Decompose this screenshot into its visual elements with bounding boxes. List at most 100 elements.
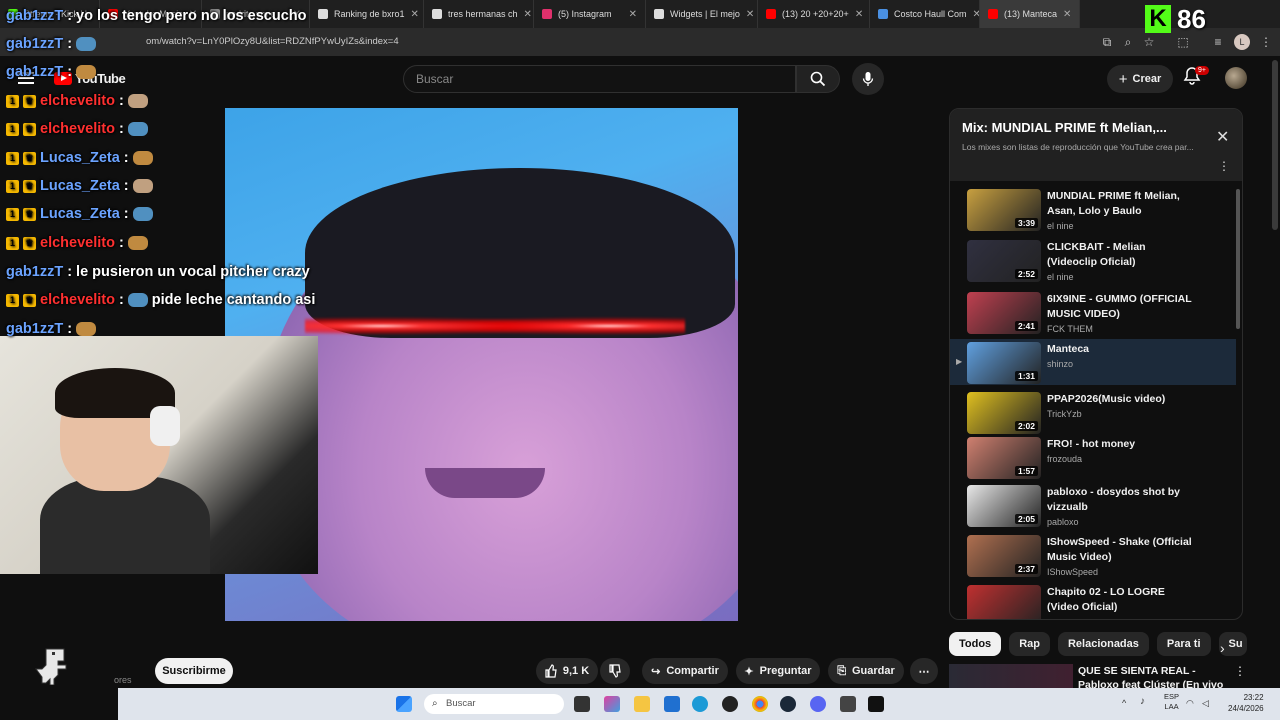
discord-icon[interactable] [810, 696, 826, 712]
more-actions-button[interactable]: ⋯ [910, 658, 938, 684]
ask-button[interactable]: ✦ Preguntar [736, 658, 820, 684]
playlist-item-thumbnail[interactable]: 2:52 [967, 240, 1041, 282]
filter-chip[interactable]: Para ti [1156, 632, 1211, 656]
more-vert-icon[interactable]: ⋮ [1218, 159, 1230, 173]
dislike-button[interactable] [600, 658, 630, 684]
playlist-item-channel[interactable]: IShowSpeed [1047, 567, 1098, 577]
playlist-item[interactable]: 2:41 6IX9INE - GUMMO (OFFICIAL MUSIC VIDE… [950, 289, 1236, 339]
chips-next-icon[interactable]: › [1220, 640, 1225, 656]
next-video-more-icon[interactable]: ⋮ [1234, 664, 1246, 678]
playlist-item-thumbnail[interactable] [967, 585, 1041, 619]
browser-tab[interactable]: (13) Manteca ✕ [980, 0, 1080, 28]
chat-username[interactable]: gab1zzT [6, 36, 63, 52]
chat-username[interactable]: elchevelito [40, 292, 115, 308]
tab-close-icon[interactable]: ✕ [524, 9, 532, 20]
browser-tab[interactable]: (5) Instagram ✕ [534, 0, 646, 28]
browser-menu-icon[interactable]: ⋮ [1258, 34, 1274, 50]
like-button[interactable]: 9,1 K [536, 658, 598, 684]
chat-username[interactable]: gab1zzT [6, 321, 63, 337]
playlist-item-thumbnail[interactable]: 2:05 [967, 485, 1041, 527]
install-icon[interactable]: ⧉ [1099, 34, 1115, 50]
playlist-item-title[interactable]: PPAP2026(Music video) [1047, 392, 1197, 407]
tray-chevron-icon[interactable]: ^ [1122, 698, 1126, 708]
filter-chip[interactable]: Relacionadas [1057, 632, 1149, 656]
app-icon[interactable] [840, 696, 856, 712]
playlist-item-thumbnail[interactable]: 2:41 [967, 292, 1041, 334]
playlist-item-channel[interactable]: TrickYzb [1047, 409, 1082, 419]
playlist-item-title[interactable]: Manteca [1047, 342, 1197, 357]
playlist-item[interactable]: ▶ 1:31 Manteca shinzo [950, 339, 1236, 385]
playlist-title[interactable]: Mix: MUNDIAL PRIME ft Melian,... [962, 120, 1192, 135]
filter-chip[interactable]: Rap [1009, 632, 1050, 656]
account-avatar[interactable] [1225, 67, 1247, 89]
playlist-item-thumbnail[interactable]: 1:31 [967, 342, 1041, 384]
taskbar-search[interactable]: Buscar [424, 694, 564, 714]
tab-close-icon[interactable]: ✕ [855, 9, 863, 20]
obs-icon[interactable] [722, 696, 738, 712]
edge-icon[interactable] [692, 696, 708, 712]
close-icon[interactable]: ✕ [1216, 127, 1229, 147]
subscribe-button[interactable]: Suscribirme [155, 658, 233, 684]
playlist-item[interactable]: Chapito 02 - LO LOGRE (Video Oficial) [950, 582, 1236, 619]
playlist-item-thumbnail[interactable]: 2:02 [967, 392, 1041, 434]
chat-username[interactable]: elchevelito [40, 235, 115, 251]
playlist-item[interactable]: 3:39 MUNDIAL PRIME ft Melian, Asan, Lolo … [950, 186, 1236, 236]
playlist-item-channel[interactable]: el nine [1047, 272, 1074, 282]
playlist-item-channel[interactable]: frozouda [1047, 454, 1082, 464]
tab-close-icon[interactable]: ✕ [746, 9, 754, 20]
chat-username[interactable]: Lucas_Zeta [40, 206, 120, 222]
page-scrollbar[interactable] [1272, 60, 1278, 230]
playlist-item[interactable]: 2:05 pabloxo - dosydos shot by vizzualb pa… [950, 482, 1236, 532]
playlist-item-title[interactable]: Chapito 02 - LO LOGRE (Video Oficial) [1047, 585, 1197, 615]
playlist-item-title[interactable]: CLICKBAIT - Melian (Videoclip Oficial) [1047, 240, 1197, 270]
steam-icon[interactable] [780, 696, 796, 712]
voice-search-button[interactable] [852, 63, 884, 95]
file-explorer-icon[interactable] [634, 696, 650, 712]
browser-tab[interactable]: Widgets | El mejo ✕ [646, 0, 758, 28]
chat-username[interactable]: elchevelito [40, 121, 115, 137]
save-button[interactable]: ⎘ Guardar [828, 658, 904, 684]
tab-close-icon[interactable]: ✕ [973, 9, 979, 20]
chat-username[interactable]: gab1zzT [6, 64, 63, 80]
windows-start-icon[interactable] [396, 696, 412, 712]
chat-username[interactable]: Lucas_Zeta [40, 178, 120, 194]
search-button[interactable] [796, 65, 840, 93]
copilot-icon[interactable] [604, 696, 620, 712]
chat-username[interactable]: gab1zzT [6, 264, 63, 280]
star-icon[interactable]: ☆ [1141, 34, 1157, 50]
tab-close-icon[interactable]: ✕ [1063, 9, 1071, 20]
extensions-icon[interactable]: ⬚ [1175, 34, 1191, 50]
browser-tab[interactable]: Costco Haull Com ✕ [870, 0, 980, 28]
chrome-icon[interactable] [752, 696, 768, 712]
browser-tab[interactable]: (13) 20 +20+20+ ✕ [758, 0, 870, 28]
zoom-icon[interactable]: ⌕ [1120, 34, 1136, 50]
playlist-scrollbar[interactable] [1236, 189, 1240, 329]
chat-username[interactable]: Lucas_Zeta [40, 150, 120, 166]
volume-icon[interactable]: ◁ [1202, 698, 1209, 709]
playlist-item-thumbnail[interactable]: 1:57 [967, 437, 1041, 479]
task-view-icon[interactable] [574, 696, 590, 712]
playlist-item-thumbnail[interactable]: 2:37 [967, 535, 1041, 577]
chat-username[interactable]: gab1zzT [6, 8, 63, 24]
language-indicator[interactable]: ESP LAA [1164, 692, 1179, 712]
store-icon[interactable] [664, 696, 680, 712]
playlist-item-title[interactable]: FRO! - hot money [1047, 437, 1197, 452]
wifi-icon[interactable]: ◠ [1186, 698, 1194, 709]
playlist-item[interactable]: 2:37 IShowSpeed - Shake (Official Music V… [950, 532, 1236, 582]
playlist-item-channel[interactable]: pabloxo [1047, 517, 1079, 527]
playlist-item-channel[interactable]: FCK THEM [1047, 324, 1093, 334]
playlist-item-thumbnail[interactable]: 3:39 [967, 189, 1041, 231]
playlist-item-title[interactable]: pabloxo - dosydos shot by vizzualb [1047, 485, 1197, 515]
search-input[interactable]: Buscar [403, 65, 796, 93]
playlist-item-title[interactable]: 6IX9INE - GUMMO (OFFICIAL MUSIC VIDEO) [1047, 292, 1197, 322]
playlist-item-title[interactable]: IShowSpeed - Shake (Official Music Video… [1047, 535, 1197, 565]
profile-icon[interactable]: L [1234, 34, 1250, 50]
next-video-title[interactable]: QUE SE SIENTA REAL - Pabloxo feat Clúste… [1078, 664, 1228, 690]
playlist-item[interactable]: 2:52 CLICKBAIT - Melian (Videoclip Oficia… [950, 237, 1236, 287]
playlist-item-title[interactable]: MUNDIAL PRIME ft Melian, Asan, Lolo y Ba… [1047, 189, 1197, 219]
media-icon[interactable]: ≡ [1210, 34, 1226, 50]
tab-close-icon[interactable]: ✕ [629, 9, 637, 20]
create-button[interactable]: + Crear [1107, 65, 1173, 93]
playlist-item[interactable]: 2:02 PPAP2026(Music video) TrickYzb [950, 389, 1236, 439]
tray-mic-icon[interactable]: ♪ [1140, 696, 1145, 707]
